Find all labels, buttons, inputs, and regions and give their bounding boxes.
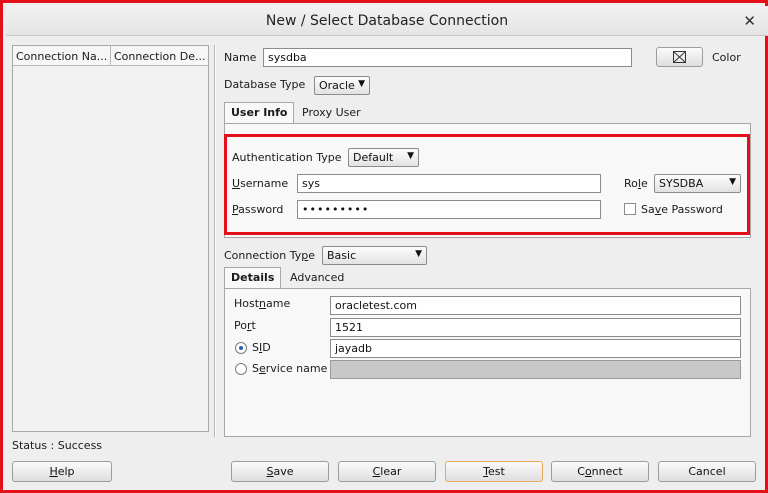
name-label: Name	[224, 51, 257, 64]
status-text: Status : Success	[12, 439, 103, 452]
sid-radio[interactable]	[235, 342, 247, 354]
color-label: Color	[712, 51, 741, 64]
chevron-down-icon: ▼	[358, 79, 365, 89]
connection-list[interactable]: Connection Na... Connection De...	[12, 45, 209, 432]
close-icon[interactable]: ✕	[743, 12, 756, 30]
tab-advanced[interactable]: Advanced	[284, 268, 350, 288]
database-type-label: Database Type	[224, 78, 306, 91]
color-swatch-icon	[673, 51, 686, 63]
help-button[interactable]: Help	[12, 461, 112, 482]
hostname-label: Hostname	[234, 297, 291, 310]
service-name-label: Service name	[252, 362, 328, 375]
window-title: New / Select Database Connection	[265, 13, 509, 29]
splitter[interactable]	[214, 45, 216, 437]
connection-type-select[interactable]: Basic ▼	[322, 246, 427, 265]
database-type-select[interactable]: Oracle ▼	[314, 76, 370, 95]
column-divider	[110, 46, 111, 66]
tab-proxy-user[interactable]: Proxy User	[296, 103, 367, 123]
database-type-value: Oracle	[319, 79, 355, 92]
connection-list-header: Connection Na... Connection De...	[13, 46, 208, 66]
name-input[interactable]: sysdba	[263, 48, 632, 67]
highlight-box	[224, 134, 750, 235]
connect-button[interactable]: Connect	[551, 461, 649, 482]
service-name-radio[interactable]	[235, 363, 247, 375]
hostname-input[interactable]: oracletest.com	[330, 296, 741, 315]
clear-button[interactable]: Clear	[338, 461, 436, 482]
save-button[interactable]: Save	[231, 461, 329, 482]
connection-type-value: Basic	[327, 249, 357, 262]
chevron-down-icon: ▼	[415, 249, 422, 259]
port-input[interactable]: 1521	[330, 318, 741, 337]
service-name-input	[330, 360, 741, 379]
connection-type-label: Connection Type	[224, 249, 316, 262]
port-label: Port	[234, 319, 256, 332]
test-button[interactable]: Test	[445, 461, 543, 482]
sid-input[interactable]: jayadb	[330, 339, 741, 358]
title-bar: New / Select Database Connection ✕	[6, 6, 768, 36]
column-connection-name[interactable]: Connection Na...	[16, 50, 111, 63]
sid-label: SID	[252, 341, 271, 354]
tab-user-info[interactable]: User Info	[224, 102, 295, 124]
column-connection-description[interactable]: Connection De...	[114, 50, 206, 63]
tab-details[interactable]: Details	[224, 267, 282, 289]
cancel-button[interactable]: Cancel	[658, 461, 756, 482]
color-button[interactable]	[656, 47, 703, 67]
